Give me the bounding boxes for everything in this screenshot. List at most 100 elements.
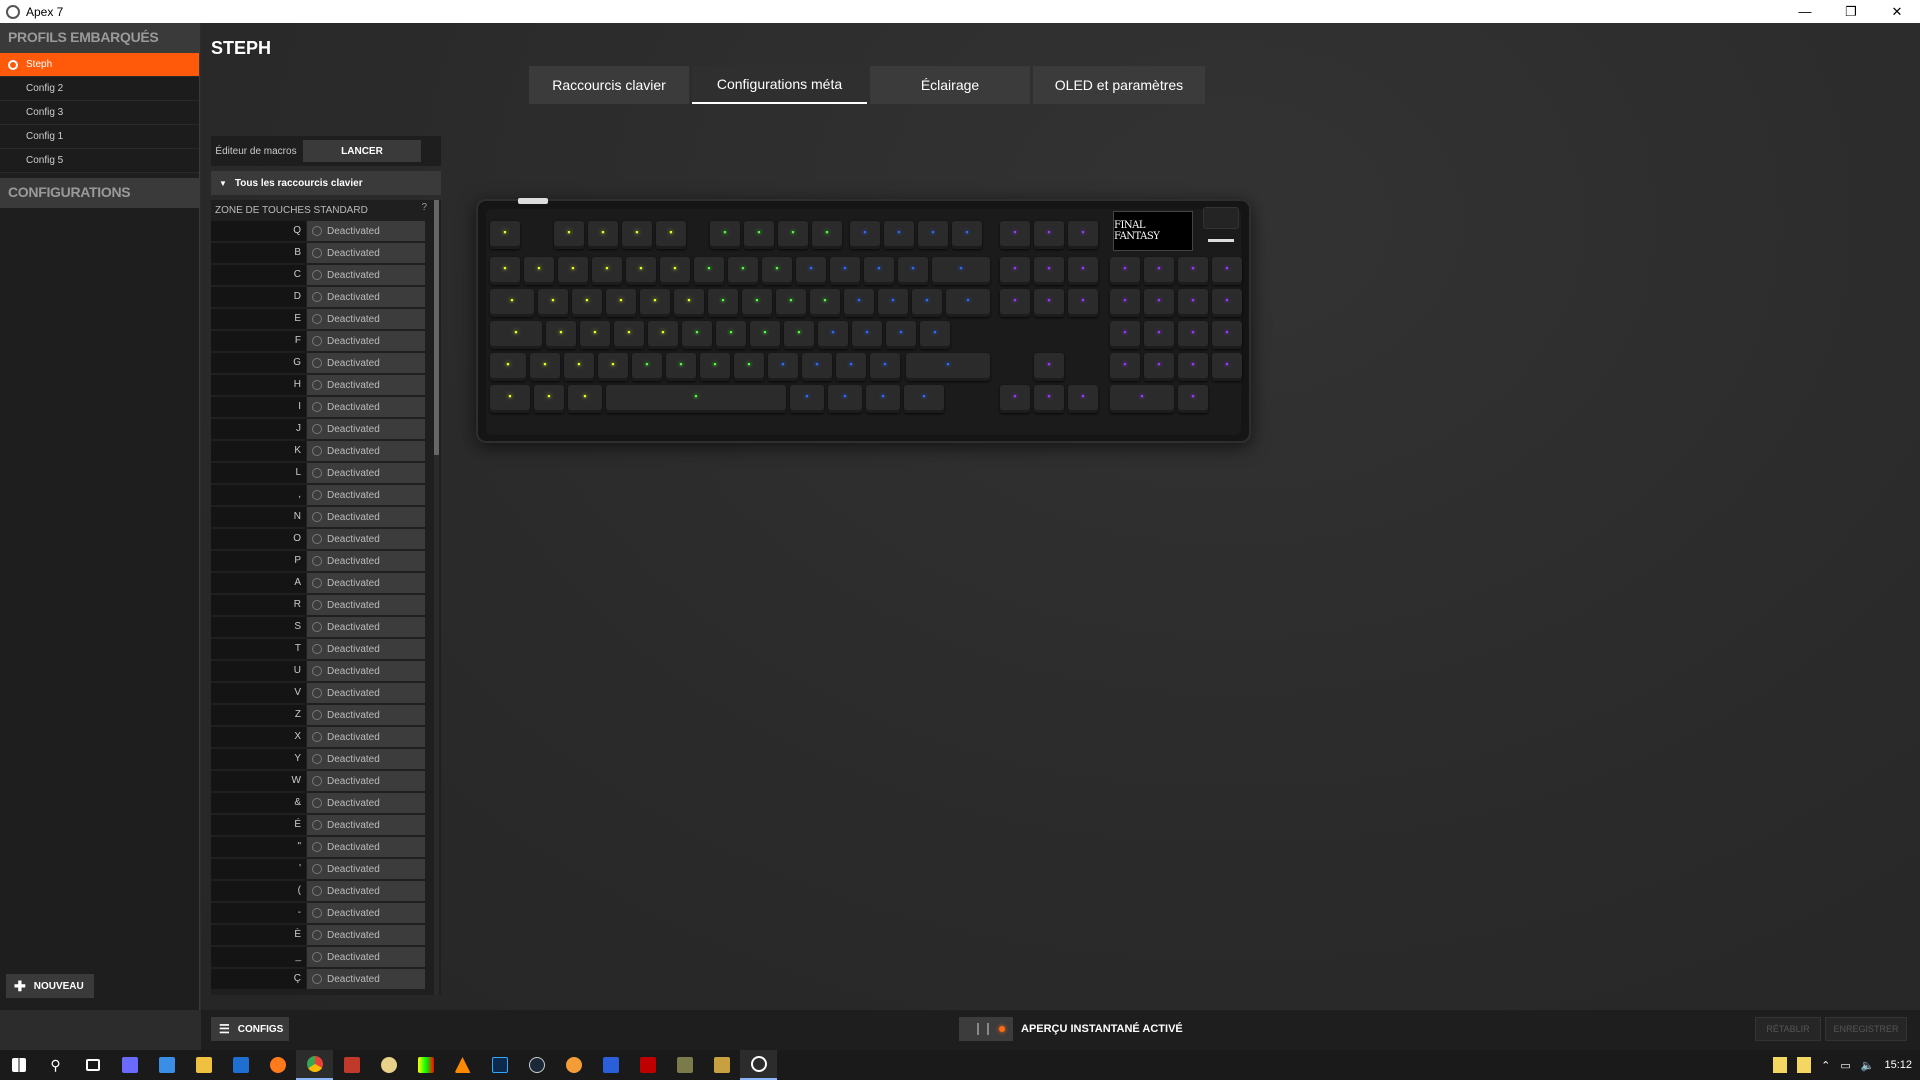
key-name: X: [211, 727, 306, 747]
app-notes-icon[interactable]: [111, 1050, 148, 1080]
key-action-select[interactable]: Deactivated: [307, 903, 425, 923]
photoshop-icon[interactable]: [481, 1050, 518, 1080]
search-icon[interactable]: ⚲: [37, 1050, 74, 1080]
disc-icon[interactable]: [370, 1050, 407, 1080]
chrome-icon[interactable]: [296, 1050, 333, 1080]
key-name: O: [211, 529, 306, 549]
app-tools-icon[interactable]: [666, 1050, 703, 1080]
key-action-select[interactable]: Deactivated: [307, 815, 425, 835]
shortcut-filter-dropdown[interactable]: ▼ Tous les raccourcis clavier: [211, 171, 441, 195]
tab-oled-parametres[interactable]: OLED et paramètres: [1033, 66, 1205, 104]
maximize-button[interactable]: ❐: [1828, 0, 1874, 23]
key-action-select[interactable]: Deactivated: [307, 265, 425, 285]
key-action-select[interactable]: Deactivated: [307, 595, 425, 615]
key-action-select[interactable]: Deactivated: [307, 353, 425, 373]
key-action-label: Deactivated: [327, 577, 380, 589]
configurations-header[interactable]: CONFIGURATIONS: [0, 178, 199, 208]
key-row: Y Deactivated: [211, 748, 441, 770]
store-icon[interactable]: [222, 1050, 259, 1080]
app-game-icon[interactable]: [703, 1050, 740, 1080]
key-action-select[interactable]: Deactivated: [307, 375, 425, 395]
key-action-select[interactable]: Deactivated: [307, 485, 425, 505]
key-action-select[interactable]: Deactivated: [307, 771, 425, 791]
firefox-icon[interactable]: [259, 1050, 296, 1080]
key-name: P: [211, 551, 306, 571]
key-action-select[interactable]: Deactivated: [307, 837, 425, 857]
network-icon[interactable]: ▭: [1840, 1059, 1850, 1072]
key-action-select[interactable]: Deactivated: [307, 221, 425, 241]
profile-item-config-1[interactable]: Config 1: [0, 125, 199, 149]
key-action-select[interactable]: Deactivated: [307, 705, 425, 725]
profile-item-config-5[interactable]: Config 5: [0, 149, 199, 173]
kb-key: ▪: [852, 321, 882, 349]
live-preview-toggle[interactable]: [959, 1017, 1013, 1041]
tab-configurations-meta[interactable]: Configurations méta: [692, 66, 867, 104]
key-row: T Deactivated: [211, 638, 441, 660]
file-explorer-icon[interactable]: [185, 1050, 222, 1080]
key-action-select[interactable]: Deactivated: [307, 793, 425, 813]
task-view-icon[interactable]: [74, 1050, 111, 1080]
app-color-icon[interactable]: [407, 1050, 444, 1080]
key-action-select[interactable]: Deactivated: [307, 441, 425, 461]
key-action-select[interactable]: Deactivated: [307, 419, 425, 439]
key-action-select[interactable]: Deactivated: [307, 529, 425, 549]
profile-item-steph[interactable]: Steph: [0, 53, 199, 77]
key-action-select[interactable]: Deactivated: [307, 331, 425, 351]
key-action-select[interactable]: Deactivated: [307, 573, 425, 593]
key-action-select[interactable]: Deactivated: [307, 397, 425, 417]
revert-button[interactable]: RÉTABLIR: [1755, 1017, 1821, 1041]
key-action-select[interactable]: Deactivated: [307, 661, 425, 681]
key-action-select[interactable]: Deactivated: [307, 683, 425, 703]
key-action-select[interactable]: Deactivated: [307, 639, 425, 659]
kb-key: ▪: [660, 257, 690, 285]
volume-icon[interactable]: 🔈: [1861, 1059, 1875, 1072]
configs-button[interactable]: ☰ CONFIGS: [211, 1017, 289, 1041]
key-action-select[interactable]: Deactivated: [307, 507, 425, 527]
key-action-select[interactable]: Deactivated: [307, 727, 425, 747]
kb-key: ▪: [878, 289, 908, 317]
help-icon[interactable]: ?: [421, 202, 427, 213]
sticky-note-icon[interactable]: [1773, 1057, 1788, 1073]
zone-label-text: ZONE DE TOUCHES STANDARD: [215, 205, 368, 216]
profile-item-config-3[interactable]: Config 3: [0, 101, 199, 125]
key-action-select[interactable]: Deactivated: [307, 243, 425, 263]
steelseries-engine-icon[interactable]: [740, 1050, 777, 1080]
kb-key: ▪: [742, 289, 772, 317]
profile-label: Config 2: [26, 83, 64, 94]
tab-raccourcis-clavier[interactable]: Raccourcis clavier: [529, 66, 689, 104]
tab-eclairage[interactable]: Éclairage: [870, 66, 1030, 104]
windows-start-icon[interactable]: [0, 1050, 37, 1080]
profile-item-config-2[interactable]: Config 2: [0, 77, 199, 101]
new-config-button[interactable]: ✚ NOUVEAU: [6, 974, 94, 998]
kb-key: ▪: [870, 353, 900, 381]
app-orange-icon[interactable]: [555, 1050, 592, 1080]
minimize-button[interactable]: —: [1782, 0, 1828, 23]
app-w-icon[interactable]: [333, 1050, 370, 1080]
launch-button[interactable]: LANCER: [303, 140, 421, 162]
key-action-select[interactable]: Deactivated: [307, 969, 425, 989]
key-action-select[interactable]: Deactivated: [307, 881, 425, 901]
vlc-icon[interactable]: [444, 1050, 481, 1080]
scrollbar-thumb[interactable]: [434, 200, 439, 455]
clock[interactable]: 15:12: [1884, 1059, 1912, 1071]
key-action-select[interactable]: Deactivated: [307, 551, 425, 571]
sticky-note-icon[interactable]: [1797, 1057, 1812, 1073]
chevron-up-icon[interactable]: ⌃: [1821, 1059, 1830, 1072]
steam-icon[interactable]: [518, 1050, 555, 1080]
key-action-select[interactable]: Deactivated: [307, 463, 425, 483]
filezilla-icon[interactable]: [629, 1050, 666, 1080]
key-action-select[interactable]: Deactivated: [307, 309, 425, 329]
close-button[interactable]: ✕: [1874, 0, 1920, 23]
key-list-scrollbar[interactable]: [434, 200, 439, 995]
key-action-select[interactable]: Deactivated: [307, 617, 425, 637]
key-list: ZONE DE TOUCHES STANDARD ? Q Deactivated B…: [211, 200, 441, 995]
app-blue-icon[interactable]: [592, 1050, 629, 1080]
key-action-select[interactable]: Deactivated: [307, 925, 425, 945]
key-action-select[interactable]: Deactivated: [307, 287, 425, 307]
save-button[interactable]: ENREGISTRER: [1825, 1017, 1907, 1041]
key-action-select[interactable]: Deactivated: [307, 859, 425, 879]
key-action-select[interactable]: Deactivated: [307, 947, 425, 967]
kb-key: ▪: [1034, 353, 1064, 381]
desktop-icon[interactable]: [148, 1050, 185, 1080]
key-action-select[interactable]: Deactivated: [307, 749, 425, 769]
